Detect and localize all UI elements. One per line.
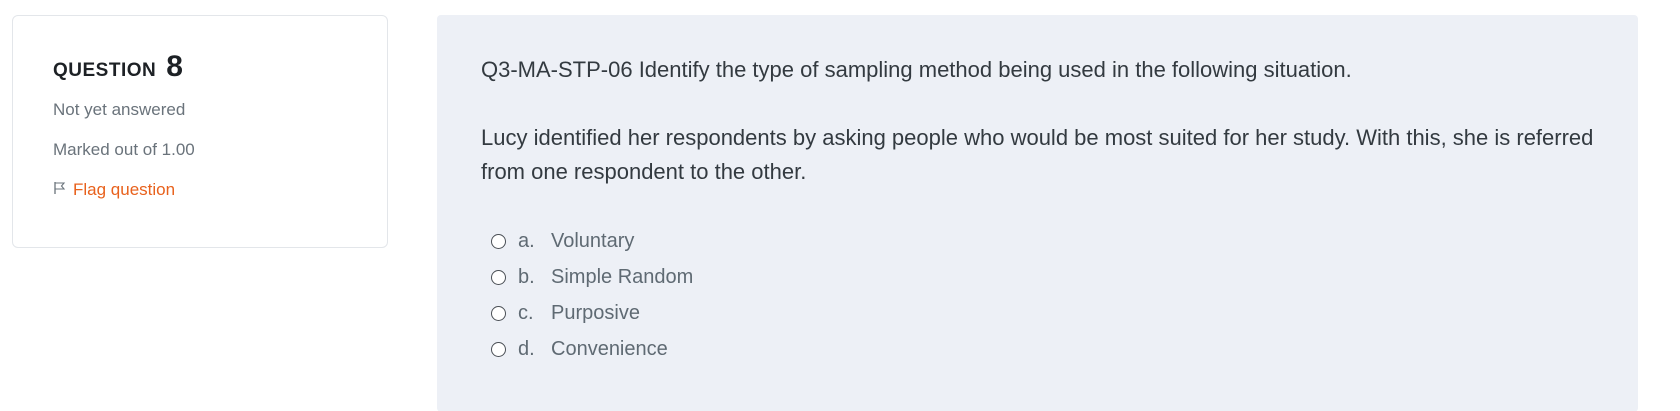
question-number: 8: [166, 50, 183, 83]
answer-option-b[interactable]: b. Simple Random: [491, 259, 1594, 295]
question-scenario: Lucy identified her respondents by askin…: [481, 125, 1594, 184]
answer-text: Simple Random: [551, 265, 694, 288]
answer-option-a[interactable]: a. Voluntary: [491, 223, 1594, 259]
answer-letter: d.: [518, 337, 535, 360]
question-info-card: QUESTION 8 Not yet answered Marked out o…: [12, 15, 388, 248]
radio-button[interactable]: [491, 305, 506, 321]
answer-options: a. Voluntary b. Simple Random c. Purposi…: [481, 223, 1594, 367]
question-prompt: Q3-MA-STP-06 Identify the type of sampli…: [481, 57, 1352, 82]
radio-button[interactable]: [491, 233, 506, 249]
answer-letter: a.: [518, 229, 535, 252]
marks-info: Marked out of 1.00: [53, 140, 195, 159]
question-heading: QUESTION 8: [53, 50, 347, 84]
radio-button[interactable]: [491, 269, 506, 285]
answer-letter: c.: [518, 301, 534, 324]
question-label: QUESTION: [53, 60, 157, 81]
answer-text: Convenience: [551, 337, 668, 360]
radio-button[interactable]: [491, 341, 506, 357]
answer-option-c[interactable]: c. Purposive: [491, 295, 1594, 331]
answer-option-d[interactable]: d. Convenience: [491, 331, 1594, 367]
question-content: Q3-MA-STP-06 Identify the type of sampli…: [437, 15, 1638, 411]
answer-letter: b.: [518, 265, 535, 288]
flag-outline-icon: [53, 180, 67, 200]
flag-question-button[interactable]: Flag question: [53, 180, 347, 200]
answer-text: Voluntary: [551, 229, 635, 252]
answer-text: Purposive: [551, 301, 640, 324]
flag-question-label: Flag question: [73, 180, 176, 199]
answer-status: Not yet answered: [53, 100, 186, 119]
